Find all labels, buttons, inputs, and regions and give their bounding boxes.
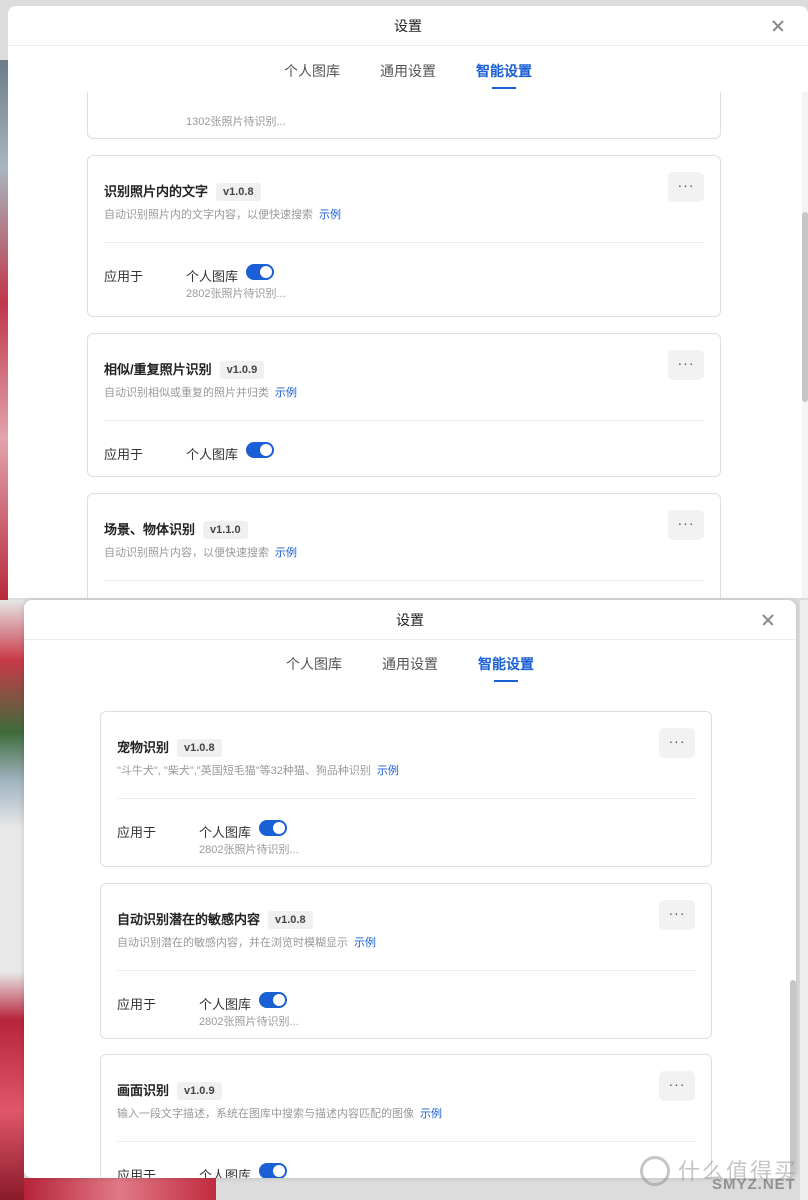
tab-general-settings[interactable]: 通用设置 <box>380 51 436 91</box>
card-title: 识别照片内的文字 v1.0.8 <box>104 181 261 201</box>
dialog-title: 设置 <box>394 18 422 34</box>
divider <box>104 420 704 421</box>
card-description: 输入一段文字描述，系统在图库中搜索与描述内容匹配的图像 示例 <box>117 1108 442 1120</box>
apply-to-label: 应用于 <box>104 269 144 284</box>
library-name: 个人图库 <box>186 269 239 284</box>
watermark-domain: SMYZ.NET <box>712 1176 796 1193</box>
version-badge: v1.1.0 <box>203 521 248 539</box>
library-name: 个人图库 <box>186 447 239 462</box>
more-options-button[interactable]: ··· <box>668 172 704 202</box>
enable-toggle[interactable] <box>246 264 274 280</box>
example-link[interactable]: 示例 <box>354 937 376 949</box>
pending-count: 2802张照片待识别... <box>199 1016 299 1028</box>
card-description: 自动识别照片内的文字内容，以便快速搜索 示例 <box>104 209 341 221</box>
tab-personal-library[interactable]: 个人图库 <box>286 644 342 684</box>
more-options-button[interactable]: ··· <box>659 1071 695 1101</box>
pending-count: 1302张照片待识别... <box>186 116 286 128</box>
background-photo-strip <box>24 1178 216 1200</box>
tab-smart-settings[interactable]: 智能设置 <box>478 644 534 684</box>
dialog-titlebar: 设置 <box>24 600 796 640</box>
feature-card-scene-recognition: 场景、物体识别 v1.1.0 自动识别照片内容，以便快速搜索 示例 ··· <box>87 493 721 598</box>
example-link[interactable]: 示例 <box>319 209 341 221</box>
enable-toggle[interactable] <box>259 992 287 1008</box>
tab-bar: 个人图库 通用设置 智能设置 <box>24 644 796 684</box>
more-options-button[interactable]: ··· <box>659 728 695 758</box>
apply-to-label: 应用于 <box>117 997 157 1012</box>
tab-personal-library[interactable]: 个人图库 <box>284 51 340 91</box>
card-description: "斗牛犬", "柴犬","英国短毛猫"等32种猫、狗品种识别 示例 <box>117 765 399 777</box>
version-badge: v1.0.8 <box>216 183 261 201</box>
enable-toggle[interactable] <box>259 1163 287 1178</box>
tab-general-settings[interactable]: 通用设置 <box>382 644 438 684</box>
apply-to-label: 应用于 <box>117 1168 157 1178</box>
example-link[interactable]: 示例 <box>275 547 297 559</box>
version-badge: v1.0.9 <box>177 1082 222 1100</box>
dialog-titlebar: 设置 <box>8 6 808 46</box>
pending-count: 2802张照片待识别... <box>186 288 286 300</box>
close-icon[interactable] <box>768 6 788 46</box>
library-name: 个人图库 <box>199 825 252 840</box>
version-badge: v1.0.8 <box>177 739 222 757</box>
more-options-button[interactable]: ··· <box>668 350 704 380</box>
feature-card-duplicate-recognition: 相似/重复照片识别 v1.0.9 自动识别相似或重复的照片并归类 示例 ··· 应用… <box>87 333 721 477</box>
settings-dialog-bottom: 设置 个人图库 通用设置 智能设置 宠物识别 v1.0.8 "斗牛犬", "柴犬"… <box>24 600 796 1178</box>
feature-card-partial: 1302张照片待识别... <box>87 92 721 139</box>
site-watermark: 什么值得买 SMYZ.NET <box>640 1152 800 1196</box>
enable-toggle[interactable] <box>259 820 287 836</box>
card-description: 自动识别潜在的敏感内容，并在浏览时模糊显示 示例 <box>117 937 376 949</box>
card-title: 相似/重复照片识别 v1.0.9 <box>104 359 265 379</box>
library-name: 个人图库 <box>199 1168 252 1178</box>
scrollbar-thumb[interactable] <box>790 980 796 1178</box>
divider <box>117 798 695 799</box>
more-options-button[interactable]: ··· <box>668 510 704 540</box>
divider <box>104 242 704 243</box>
apply-to-label: 应用于 <box>117 825 157 840</box>
apply-to-label: 应用于 <box>104 447 144 462</box>
example-link[interactable]: 示例 <box>377 765 399 777</box>
version-badge: v1.0.9 <box>219 361 265 379</box>
example-link[interactable]: 示例 <box>275 387 297 399</box>
card-description: 自动识别照片内容，以便快速搜索 示例 <box>104 547 297 559</box>
feature-card-sensitive-content: 自动识别潜在的敏感内容 v1.0.8 自动识别潜在的敏感内容，并在浏览时模糊显示示… <box>100 883 712 1039</box>
library-name: 个人图库 <box>199 997 252 1012</box>
background-photo-strip <box>0 60 8 600</box>
version-badge: v1.0.8 <box>268 911 313 929</box>
feature-card-pet-recognition: 宠物识别 v1.0.8 "斗牛犬", "柴犬","英国短毛猫"等32种猫、狗品种识… <box>100 711 712 867</box>
enable-toggle[interactable] <box>246 442 274 458</box>
watermark-logo-icon <box>640 1156 670 1186</box>
divider <box>117 970 695 971</box>
tab-bar: 个人图库 通用设置 智能设置 <box>8 51 808 91</box>
tab-smart-settings[interactable]: 智能设置 <box>476 51 532 91</box>
card-description: 自动识别相似或重复的照片并归类 示例 <box>104 387 297 399</box>
scrollbar-thumb[interactable] <box>802 212 808 402</box>
divider <box>117 1141 695 1142</box>
feature-card-text-recognition: 识别照片内的文字 v1.0.8 自动识别照片内的文字内容，以便快速搜索 示例 ···… <box>87 155 721 317</box>
card-title: 宠物识别 v1.0.8 <box>117 737 222 757</box>
settings-content: 1302张照片待识别... 识别照片内的文字 v1.0.8 自动识别照片内的文字内… <box>8 92 808 598</box>
dialog-title: 设置 <box>396 612 424 628</box>
example-link[interactable]: 示例 <box>420 1108 442 1120</box>
pending-count: 2802张照片待识别... <box>199 844 299 856</box>
divider <box>104 580 704 581</box>
close-icon[interactable] <box>758 600 778 640</box>
feature-card-image-search: 画面识别 v1.0.9 输入一段文字描述，系统在图库中搜索与描述内容匹配的图像 示例… <box>100 1054 712 1178</box>
more-options-button[interactable]: ··· <box>659 900 695 930</box>
background-photo-strip <box>0 600 24 1200</box>
card-title: 自动识别潜在的敏感内容 v1.0.8 <box>117 909 313 929</box>
card-title: 场景、物体识别 v1.1.0 <box>104 519 248 539</box>
card-title: 画面识别 v1.0.9 <box>117 1080 222 1100</box>
background-panel <box>800 600 808 1200</box>
settings-content: 宠物识别 v1.0.8 "斗牛犬", "柴犬","英国短毛猫"等32种猫、狗品种识… <box>24 690 796 1178</box>
settings-dialog-top: 设置 个人图库 通用设置 智能设置 1302张照片待识别... 识别照片内的文字… <box>8 6 808 598</box>
